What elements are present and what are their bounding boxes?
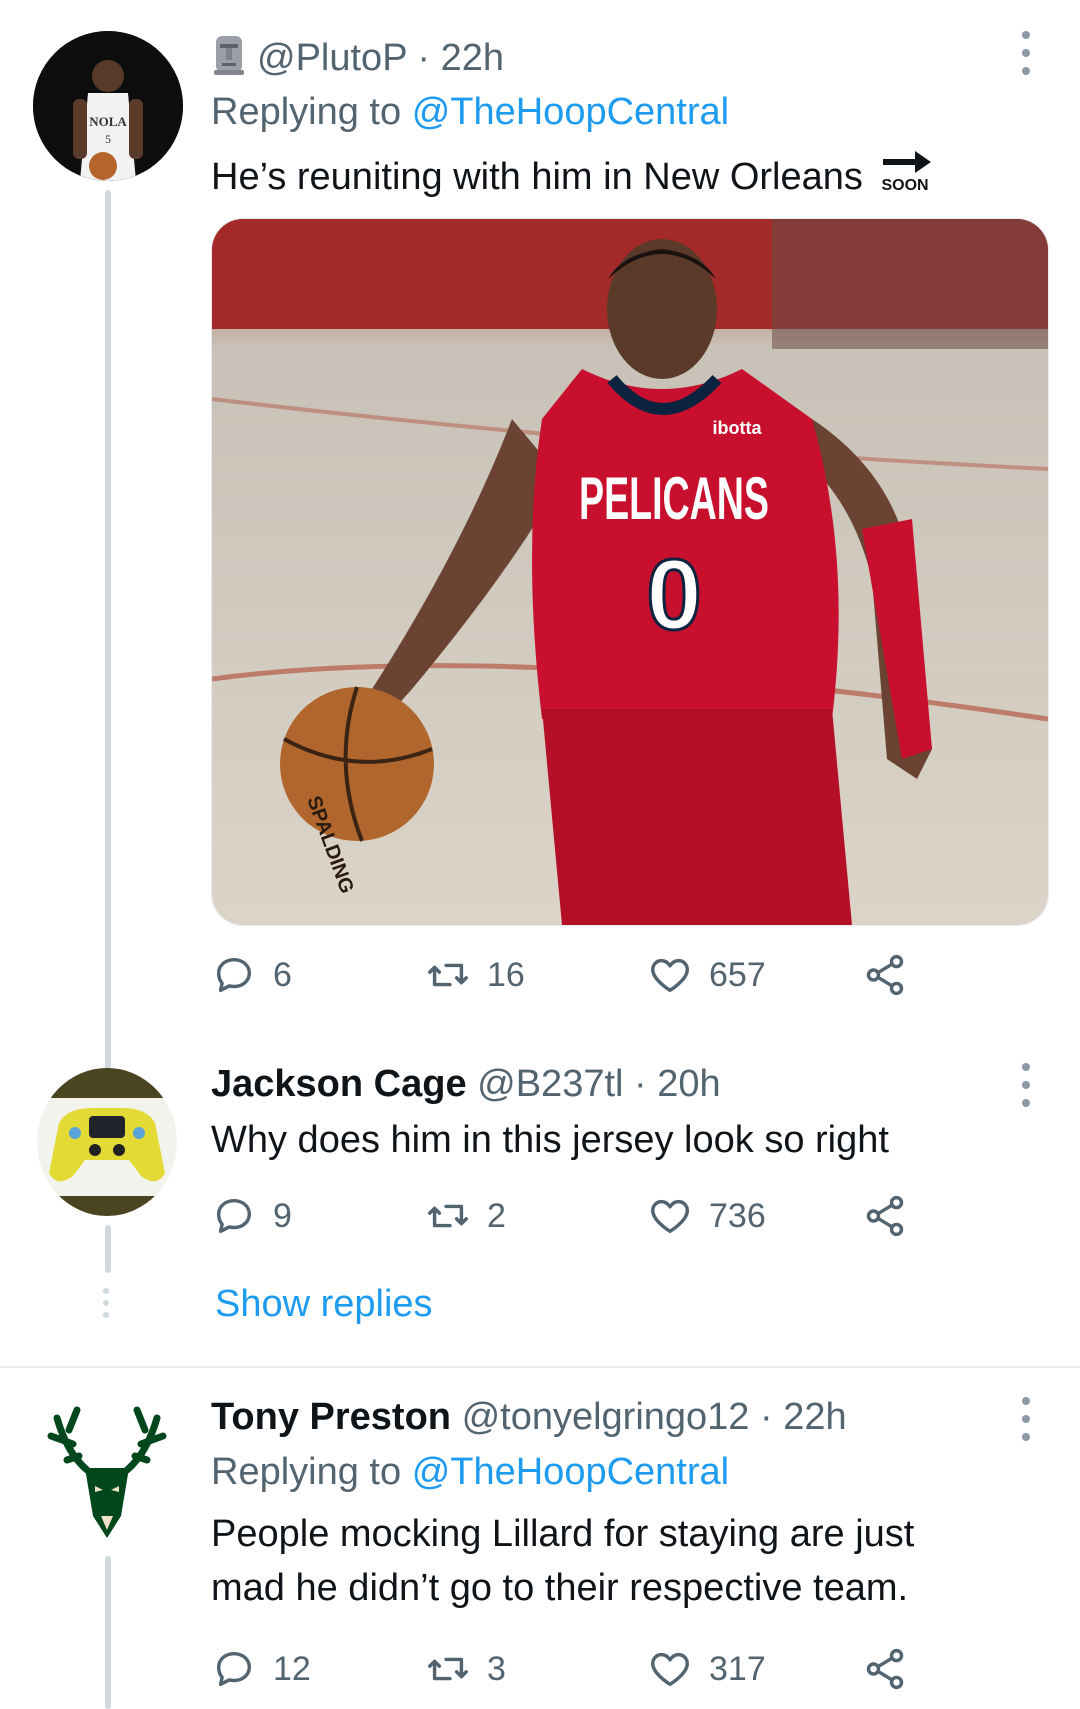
replying-label: Replying to — [211, 91, 402, 133]
reply-button[interactable]: 9 — [211, 1193, 292, 1239]
retweet-button[interactable]: 3 — [425, 1646, 506, 1692]
svg-text:NOLA: NOLA — [89, 114, 127, 129]
jersey-number: 0 — [646, 539, 702, 651]
reply-icon — [216, 1198, 252, 1234]
thread-continuation-dots — [103, 1288, 109, 1318]
avatar-plutop[interactable]: NOLA 5 — [33, 31, 183, 181]
jersey-team: PELICANS — [579, 465, 769, 532]
heart-icon — [651, 958, 689, 993]
tweet-text-content: He’s reuniting with him in New Orleans — [211, 156, 863, 198]
like-button[interactable]: 736 — [647, 1193, 766, 1239]
jersey-brand: ibotta — [713, 418, 763, 438]
user-name[interactable]: Jackson Cage — [211, 1063, 467, 1105]
user-handle[interactable]: @tonyelgringo12 — [462, 1396, 750, 1438]
heart-icon — [651, 1199, 689, 1234]
like-count: 657 — [709, 955, 766, 994]
replying-to: Replying to @TheHoopCentral — [211, 1449, 729, 1495]
more-options-icon[interactable] — [1011, 31, 1041, 75]
reply-count: 12 — [273, 1649, 311, 1688]
soon-label: SOON — [881, 177, 929, 194]
tweet-header: Jackson Cage @B237tl · 20h — [211, 1061, 721, 1107]
replying-to-link[interactable]: @TheHoopCentral — [412, 91, 729, 133]
divider — [0, 1366, 1080, 1368]
replying-to: Replying to @TheHoopCentral — [211, 89, 729, 135]
reply-button[interactable]: 6 — [211, 952, 292, 998]
share-button[interactable] — [862, 1193, 908, 1239]
share-icon — [866, 954, 904, 996]
retweet-button[interactable]: 2 — [425, 1193, 506, 1239]
thread-line — [105, 1225, 111, 1273]
retweet-count: 2 — [487, 1196, 506, 1235]
share-icon — [866, 1195, 904, 1237]
thread-line — [105, 190, 111, 1075]
more-options-icon[interactable] — [1011, 1063, 1041, 1107]
tweet-time[interactable]: · 22h — [417, 37, 504, 79]
user-name[interactable]: Tony Preston — [211, 1396, 451, 1438]
tweet-text-line: mad he didn’t go to their respective tea… — [211, 1567, 909, 1609]
retweet-icon — [428, 963, 468, 987]
reply-count: 9 — [273, 1196, 292, 1235]
show-replies-link[interactable]: Show replies — [215, 1283, 433, 1326]
more-options-icon[interactable] — [1011, 1397, 1041, 1441]
soon-arrow-emoji-icon: SOON — [881, 147, 933, 199]
avatar-jackson-cage[interactable] — [37, 1068, 177, 1216]
retweet-icon — [428, 1204, 468, 1228]
like-button[interactable]: 317 — [647, 1646, 766, 1692]
reply-button[interactable]: 12 — [211, 1646, 311, 1692]
tweet-media-image[interactable]: SPALDING ibotta PELICANS 0 — [211, 218, 1049, 926]
tweet-text: People mocking Lillard for staying are j… — [211, 1507, 914, 1615]
reply-icon — [216, 1651, 252, 1687]
reply-icon — [216, 957, 252, 993]
retweet-count: 16 — [487, 955, 525, 994]
tweet-time[interactable]: · 22h — [760, 1396, 847, 1438]
heart-icon — [651, 1652, 689, 1687]
replying-label: Replying to — [211, 1451, 402, 1493]
tweet-text-line: People mocking Lillard for staying are j… — [211, 1513, 915, 1555]
share-button[interactable] — [862, 952, 908, 998]
reply-count: 6 — [273, 955, 292, 994]
share-button[interactable] — [862, 1646, 908, 1692]
retweet-button[interactable]: 16 — [425, 952, 525, 998]
retweet-icon — [428, 1657, 468, 1681]
replying-to-link[interactable]: @TheHoopCentral — [412, 1451, 729, 1493]
user-handle[interactable]: @PlutoP — [257, 37, 407, 79]
tweet-time[interactable]: · 20h — [634, 1063, 721, 1105]
svg-text:5: 5 — [105, 132, 111, 146]
bucks-logo-icon — [47, 1406, 167, 1538]
thread-line — [105, 1556, 111, 1709]
moai-emoji-icon — [211, 34, 247, 87]
tweet-text: He’s reuniting with him in New Orleans S… — [211, 147, 933, 204]
tweet-text: Why does him in this jersey look so righ… — [211, 1119, 889, 1161]
tweet-header: Tony Preston @tonyelgringo12 · 22h — [211, 1394, 847, 1440]
share-icon — [866, 1648, 904, 1690]
retweet-count: 3 — [487, 1649, 506, 1688]
like-count: 736 — [709, 1196, 766, 1235]
user-handle[interactable]: @B237tl — [477, 1063, 623, 1105]
like-count: 317 — [709, 1649, 766, 1688]
avatar-tony-preston[interactable] — [37, 1398, 177, 1548]
tweet-header: @PlutoP · 22h — [211, 34, 504, 87]
like-button[interactable]: 657 — [647, 952, 766, 998]
